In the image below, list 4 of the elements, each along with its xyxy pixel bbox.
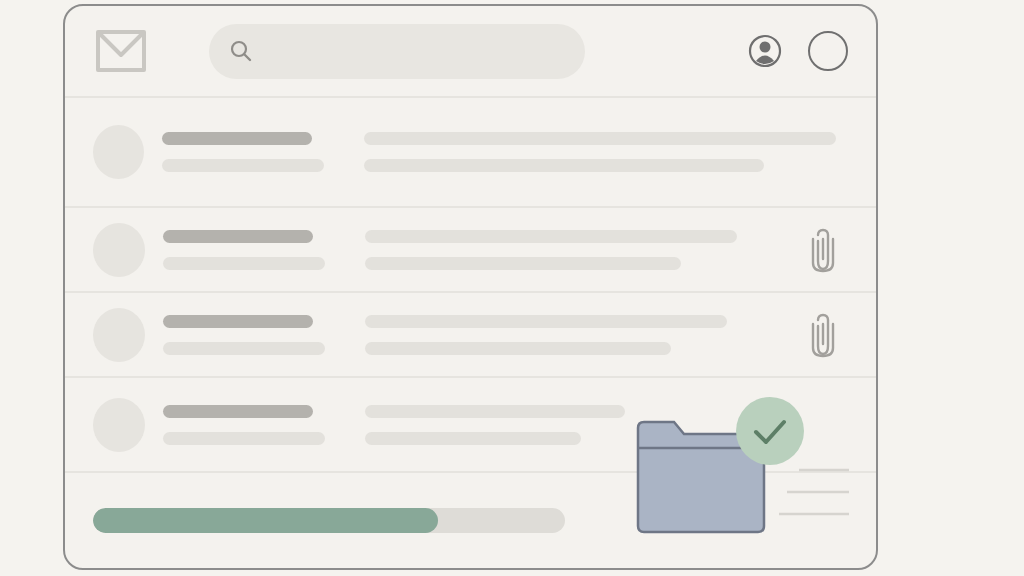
profile-circle[interactable] (808, 31, 848, 71)
envelope-icon (95, 29, 147, 73)
search-icon (229, 39, 253, 63)
user-icon[interactable] (748, 34, 782, 68)
